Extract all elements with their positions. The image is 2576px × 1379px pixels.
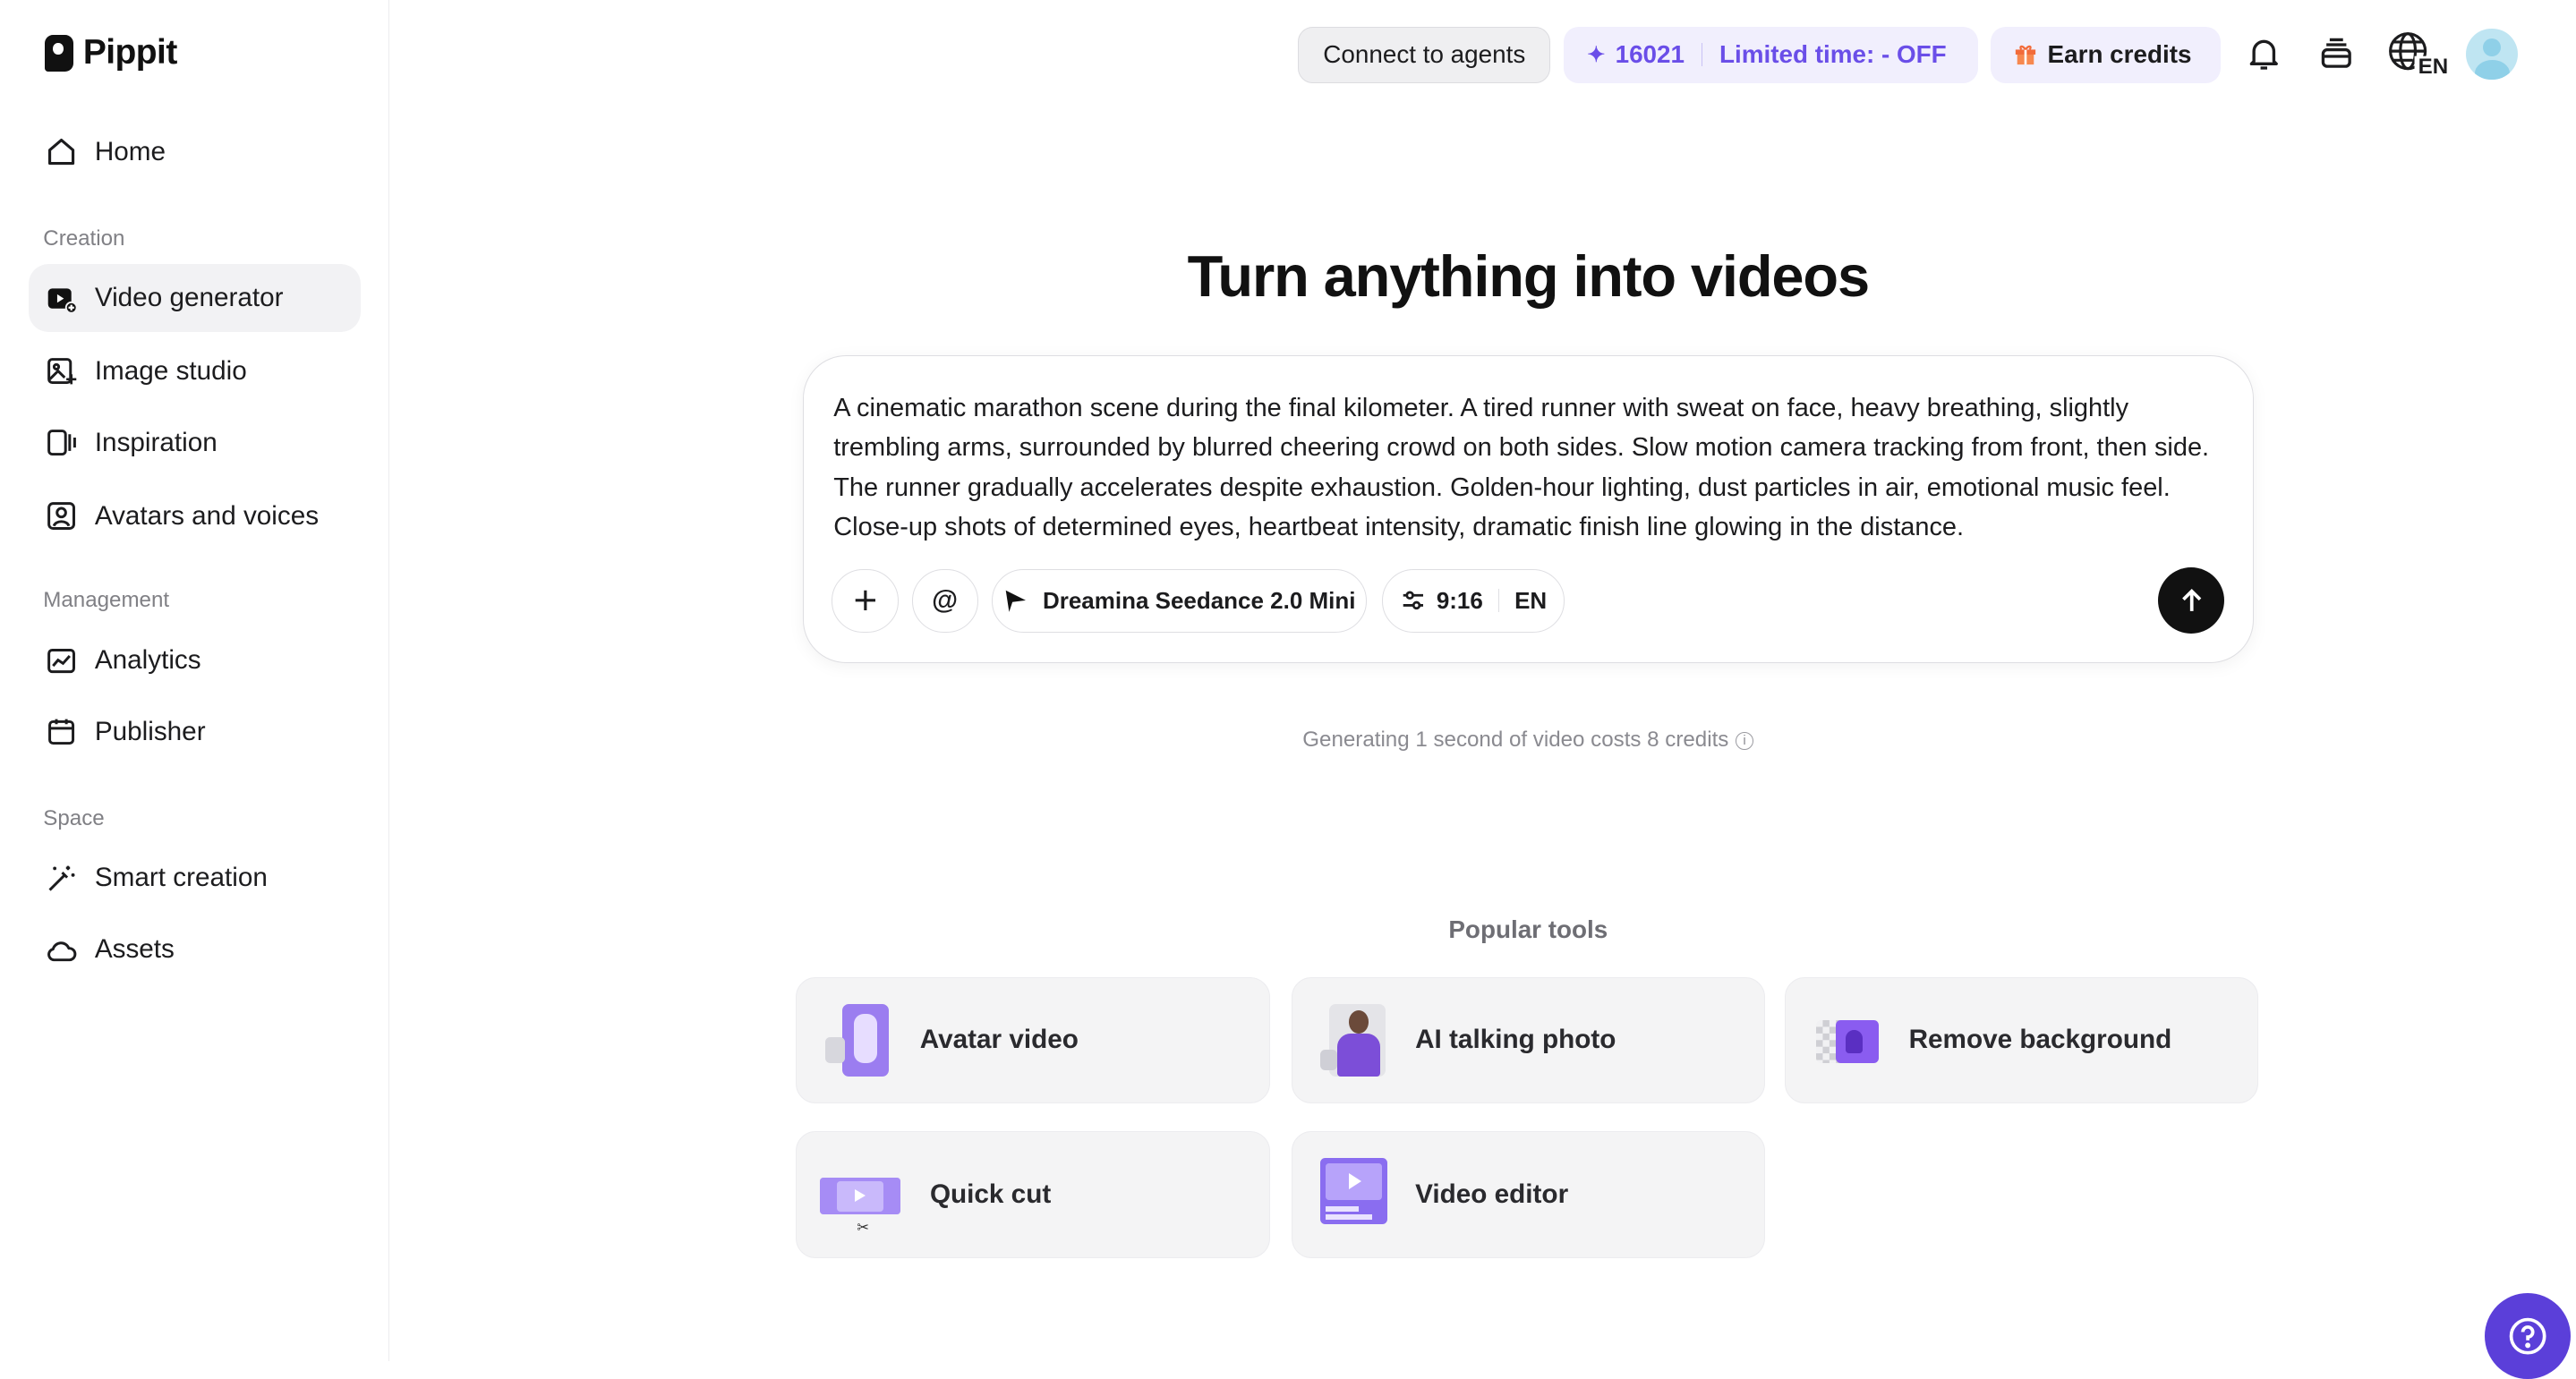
cloud-icon: [47, 941, 77, 961]
credits-promo-button[interactable]: ✦ 16021 Limited time: - OFF: [1564, 26, 1978, 83]
output-language-label: EN: [1514, 586, 1548, 614]
image-sparkle-icon: [47, 358, 77, 385]
send-button[interactable]: [2158, 567, 2225, 634]
magic-wand-icon: [48, 865, 75, 891]
prompt-box: A cinematic marathon scene during the fi…: [802, 355, 2254, 663]
tool-avatar-video[interactable]: Avatar video: [796, 976, 1270, 1103]
sidebar-item-smart-creation[interactable]: Smart creation: [29, 844, 361, 912]
tool-remove-background[interactable]: Remove background: [1785, 976, 2259, 1103]
tool-label: Avatar video: [919, 1025, 1079, 1055]
sidebar-item-label: Home: [94, 136, 166, 166]
sparkle-icon: ✦: [1587, 42, 1606, 67]
tool-ai-talking-photo[interactable]: AI talking photo: [1291, 976, 1765, 1103]
quick-cut-thumbnail-icon: ✂: [820, 1158, 900, 1236]
gift-icon: [2016, 46, 2036, 65]
divider: [1701, 43, 1703, 67]
avatar-video-thumbnail-icon: [820, 1003, 890, 1077]
sidebar-item-image-studio[interactable]: Image studio: [29, 337, 361, 405]
section-management: Management: [43, 588, 170, 613]
brand-logo[interactable]: Pippit: [45, 33, 177, 72]
calendar-icon: [48, 719, 75, 745]
sidebar-item-label: Avatars and voices: [94, 500, 320, 531]
talking-photo-thumbnail-icon: [1316, 1003, 1386, 1077]
sidebar-item-publisher[interactable]: Publisher: [29, 698, 361, 766]
stack-icon: [2322, 38, 2352, 68]
remove-background-thumbnail-icon: [1809, 1004, 1880, 1077]
section-creation: Creation: [43, 226, 125, 251]
sidebar-item-avatars-voices[interactable]: Avatars and voices: [29, 481, 361, 549]
notifications-button[interactable]: [2240, 30, 2287, 76]
plus-icon: [855, 591, 875, 611]
model-label: Dreamina Seedance 2.0 Mini: [1042, 586, 1356, 614]
sidebar-item-label: Assets: [94, 934, 175, 965]
popular-tools-title: Popular tools: [1448, 915, 1608, 944]
tool-video-editor[interactable]: Video editor: [1291, 1131, 1765, 1258]
earn-credits-button[interactable]: Earn credits: [1991, 26, 2221, 83]
page-title: Turn anything into videos: [1187, 243, 1871, 310]
sidebar-item-analytics[interactable]: Analytics: [29, 626, 361, 694]
pippit-logo-icon: [45, 34, 73, 72]
sidebar-item-assets[interactable]: Assets: [29, 915, 361, 983]
info-icon[interactable]: i: [1735, 731, 1754, 751]
cost-note-text: Generating 1 second of video costs 8 cre…: [1302, 728, 1729, 753]
promo-label: Limited time: - OFF: [1719, 40, 1947, 69]
sidebar: Pippit Home Creation Video generator Ima…: [0, 0, 390, 1361]
chart-line-icon: [47, 648, 76, 673]
credits-count: 16021: [1615, 40, 1685, 69]
sidebar-item-label: Image studio: [94, 355, 247, 386]
tool-quick-cut[interactable]: ✂ Quick cut: [796, 1131, 1270, 1258]
language-code: EN: [2418, 55, 2449, 80]
sidebar-item-label: Analytics: [94, 645, 201, 676]
tool-label: Remove background: [1908, 1025, 2172, 1055]
connect-to-agents-button[interactable]: Connect to agents: [1298, 26, 1551, 83]
prompt-input[interactable]: A cinematic marathon scene during the fi…: [833, 388, 2213, 548]
sidebar-item-label: Video generator: [94, 283, 284, 313]
user-avatar[interactable]: [2466, 28, 2519, 81]
inspiration-icon: [47, 430, 77, 456]
model-logo-icon: [1006, 591, 1027, 613]
video-editor-thumbnail-icon: [1316, 1158, 1387, 1231]
add-attachment-button[interactable]: [832, 569, 899, 633]
sidebar-item-label: Inspiration: [94, 427, 218, 457]
mention-button[interactable]: @: [911, 569, 978, 633]
aspect-ratio-label: 9:16: [1436, 586, 1483, 614]
brand-name: Pippit: [82, 33, 177, 72]
cost-note: Generating 1 second of video costs 8 cre…: [803, 728, 2254, 753]
video-plus-icon: [47, 288, 78, 314]
sidebar-item-video-generator[interactable]: Video generator: [28, 264, 361, 333]
question-mark-icon: [2509, 1317, 2546, 1355]
arrow-up-icon: [2181, 588, 2201, 611]
video-settings-button[interactable]: 9:16 EN: [1381, 569, 1565, 633]
model-selector[interactable]: Dreamina Seedance 2.0 Mini: [991, 569, 1368, 633]
sidebar-item-home[interactable]: Home: [29, 118, 361, 186]
sidebar-item-label: Smart creation: [94, 863, 268, 893]
earn-credits-label: Earn credits: [2047, 40, 2192, 69]
tool-label: AI talking photo: [1415, 1025, 1616, 1055]
bell-icon: [2249, 39, 2278, 70]
tool-label: Video editor: [1415, 1179, 1569, 1210]
divider: [1497, 589, 1500, 613]
language-button[interactable]: EN: [2386, 30, 2448, 79]
layers-button[interactable]: [2314, 30, 2360, 76]
avatar-voice-icon: [47, 502, 76, 530]
sliders-icon: [1403, 591, 1423, 610]
sidebar-item-inspiration[interactable]: Inspiration: [29, 409, 361, 477]
section-space: Space: [43, 805, 105, 830]
home-icon: [48, 139, 75, 166]
sidebar-item-label: Publisher: [94, 716, 206, 746]
tool-label: Quick cut: [929, 1179, 1052, 1210]
help-button[interactable]: [2484, 1292, 2572, 1379]
